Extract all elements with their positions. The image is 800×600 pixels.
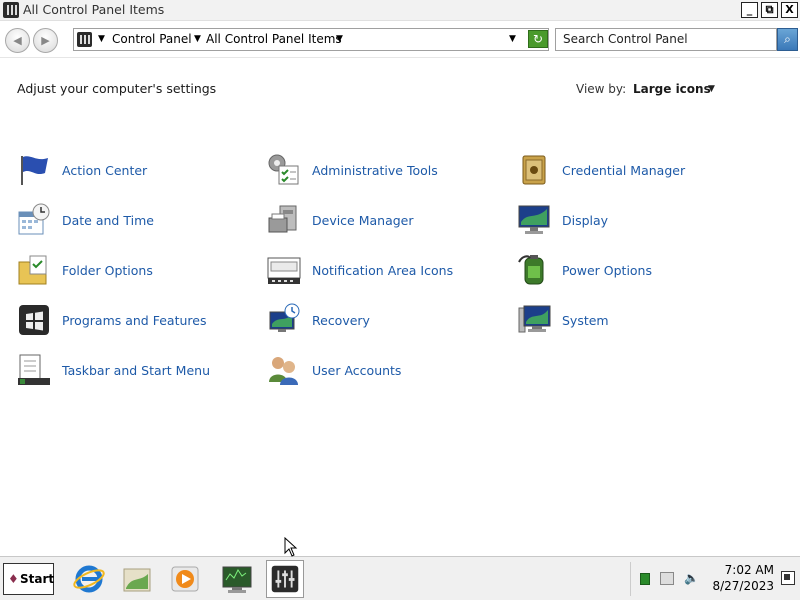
- restore-button[interactable]: ⧉: [761, 2, 778, 18]
- mouse-cursor-icon: [284, 537, 298, 557]
- item-notification-area-icons[interactable]: Notification Area Icons: [266, 250, 516, 290]
- item-label[interactable]: Notification Area Icons: [312, 263, 453, 278]
- show-desktop-button[interactable]: [781, 571, 795, 585]
- title-bar: All Control Panel Items _ ⧉ X: [0, 0, 800, 21]
- item-label[interactable]: Administrative Tools: [312, 163, 438, 178]
- window-title: All Control Panel Items: [23, 2, 165, 17]
- item-power-options[interactable]: Power Options: [516, 250, 766, 290]
- item-label[interactable]: Programs and Features: [62, 313, 206, 328]
- clock-time: 7:02 AM: [724, 563, 774, 577]
- system-monitor-icon: [516, 302, 552, 338]
- gears-checklist-icon: [266, 152, 302, 188]
- monitor-app-icon[interactable]: [218, 560, 256, 598]
- safe-icon: [516, 152, 552, 188]
- flag-icon: [16, 152, 52, 188]
- battery-icon: [516, 252, 552, 288]
- calendar-clock-icon: [16, 202, 52, 238]
- control-panel-taskbar-button[interactable]: [266, 560, 304, 598]
- page-heading: Adjust your computer's settings: [17, 81, 217, 96]
- item-credential-manager[interactable]: Credential Manager: [516, 150, 766, 190]
- printer-device-icon: [266, 202, 302, 238]
- item-user-accounts[interactable]: User Accounts: [266, 350, 516, 390]
- notification-bar-icon: [266, 252, 302, 288]
- control-panel-icon: [3, 2, 19, 18]
- item-programs-and-features[interactable]: Programs and Features: [16, 300, 266, 340]
- monitor-icon: [516, 202, 552, 238]
- close-button[interactable]: X: [781, 2, 798, 18]
- item-recovery[interactable]: Recovery: [266, 300, 516, 340]
- taskbar-icon: [16, 352, 52, 388]
- taskbar: Start 🔈 7:02 AM 8/27/2023: [0, 556, 800, 600]
- item-action-center[interactable]: Action Center: [16, 150, 266, 190]
- volume-muted-icon[interactable]: 🔈: [684, 571, 699, 585]
- view-by-label: View by:: [576, 82, 627, 96]
- windows-box-icon: [16, 302, 52, 338]
- clock-date: 8/27/2023: [712, 579, 774, 593]
- network-status-icon[interactable]: [640, 573, 650, 585]
- item-administrative-tools[interactable]: Administrative Tools: [266, 150, 516, 190]
- internet-explorer-icon[interactable]: [70, 560, 108, 598]
- control-panel-icon: [77, 32, 92, 47]
- address-bar[interactable]: ▼ Control Panel ▼ All Control Panel Item…: [73, 28, 549, 51]
- item-device-manager[interactable]: Device Manager: [266, 200, 516, 240]
- view-by-dropdown[interactable]: Large icons: [633, 82, 711, 96]
- explorer-icon[interactable]: [118, 560, 156, 598]
- chevron-down-icon[interactable]: ▼: [194, 34, 201, 44]
- item-display[interactable]: Display: [516, 200, 766, 240]
- breadcrumb-all-items[interactable]: All Control Panel Items: [206, 32, 342, 46]
- item-label[interactable]: Display: [562, 213, 608, 228]
- breadcrumb-control-panel[interactable]: Control Panel: [112, 32, 192, 46]
- item-label[interactable]: Taskbar and Start Menu: [62, 363, 210, 378]
- refresh-button[interactable]: ↻: [528, 30, 548, 48]
- back-button[interactable]: ◀: [5, 28, 30, 53]
- search-icon[interactable]: ⌕: [777, 28, 798, 51]
- address-history-dropdown[interactable]: ▼: [509, 34, 516, 44]
- item-label[interactable]: Date and Time: [62, 213, 154, 228]
- item-label[interactable]: Credential Manager: [562, 163, 685, 178]
- item-label[interactable]: Recovery: [312, 313, 370, 328]
- folder-check-icon: [16, 252, 52, 288]
- item-label[interactable]: Device Manager: [312, 213, 414, 228]
- start-button[interactable]: Start: [3, 563, 54, 595]
- item-label[interactable]: Action Center: [62, 163, 147, 178]
- item-system[interactable]: System: [516, 300, 766, 340]
- control-panel-items: Action Center Administrative Tools Crede…: [16, 150, 796, 400]
- search-input[interactable]: Search Control Panel: [555, 28, 777, 51]
- window-controls: _ ⧉ X: [741, 2, 798, 18]
- item-label[interactable]: Power Options: [562, 263, 652, 278]
- item-label[interactable]: Folder Options: [62, 263, 153, 278]
- users-icon: [266, 352, 302, 388]
- item-label[interactable]: System: [562, 313, 609, 328]
- chevron-down-icon[interactable]: ▼: [708, 84, 715, 94]
- media-player-icon[interactable]: [166, 560, 204, 598]
- item-folder-options[interactable]: Folder Options: [16, 250, 266, 290]
- item-date-and-time[interactable]: Date and Time: [16, 200, 266, 240]
- minimize-button[interactable]: _: [741, 2, 758, 18]
- item-taskbar-and-start-menu[interactable]: Taskbar and Start Menu: [16, 350, 266, 390]
- recovery-monitor-icon: [266, 302, 302, 338]
- clock[interactable]: 7:02 AM 8/27/2023: [712, 562, 774, 594]
- item-label[interactable]: User Accounts: [312, 363, 401, 378]
- chevron-down-icon[interactable]: ▼: [98, 34, 105, 44]
- forward-button[interactable]: ▶: [33, 28, 58, 53]
- chevron-down-icon[interactable]: ▼: [336, 34, 343, 44]
- action-center-tray-icon[interactable]: [660, 572, 674, 585]
